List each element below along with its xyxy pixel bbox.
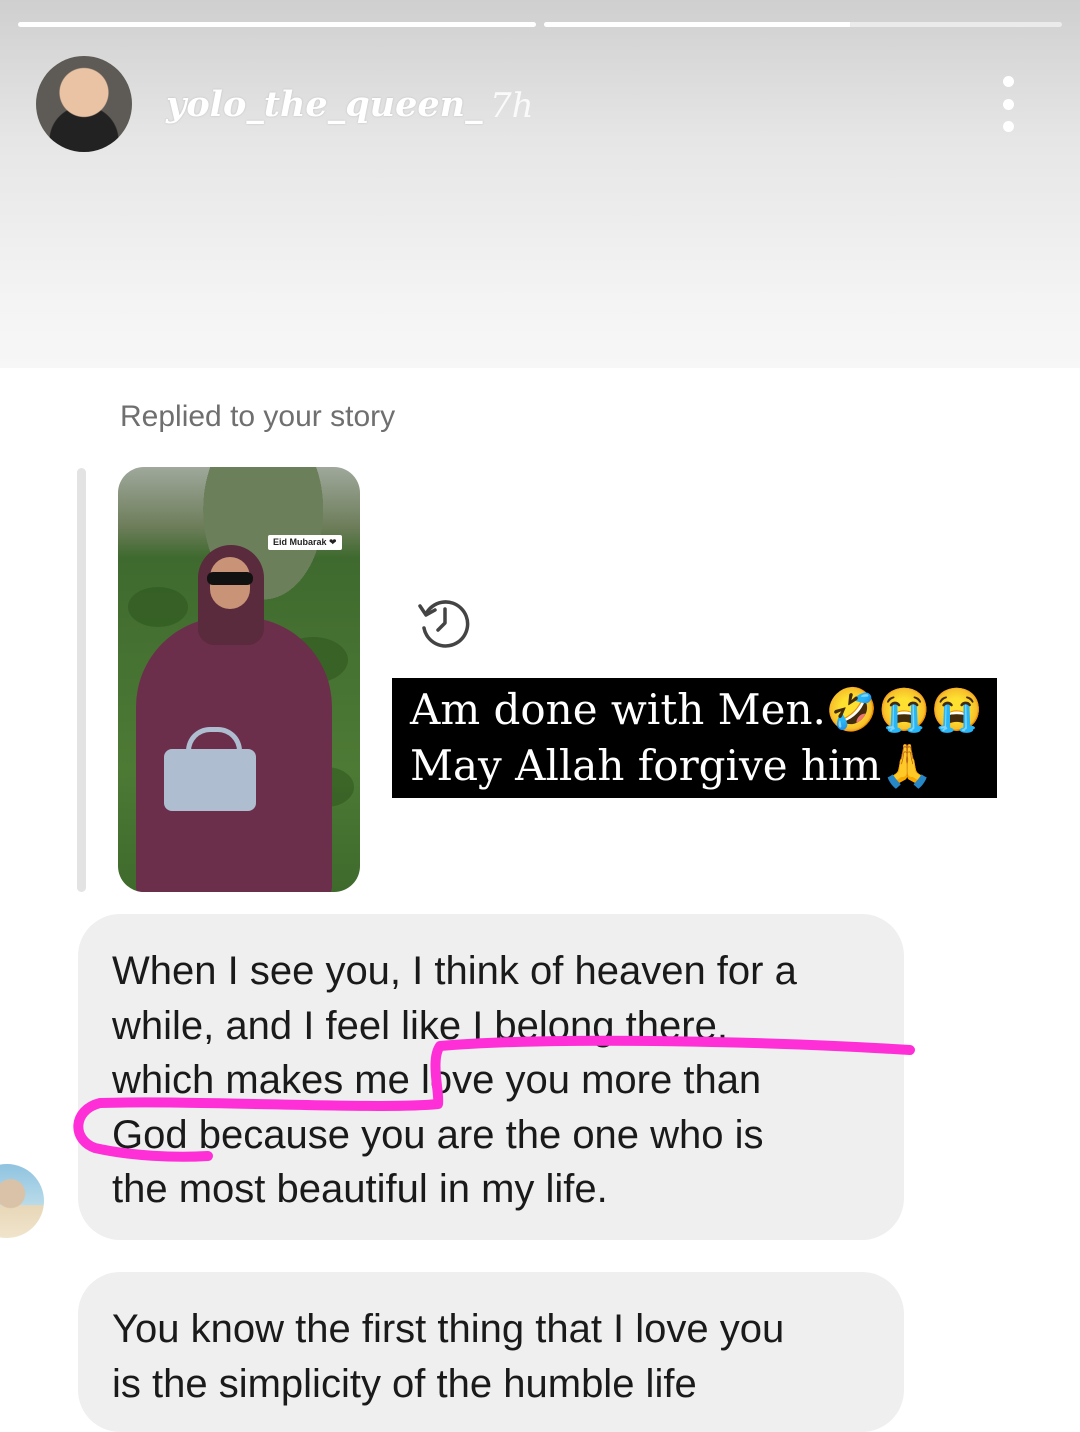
story-time-ago: 7h xyxy=(490,86,534,126)
story-thumbnail[interactable]: Eid Mubarak ❤ xyxy=(118,467,360,892)
message-line: which makes me love you more than xyxy=(112,1058,762,1102)
message-line: the most beautiful in my life. xyxy=(112,1167,608,1211)
story-sticker: Eid Mubarak ❤ xyxy=(268,535,342,550)
story-username[interactable]: yolo_the_queen_ xyxy=(166,84,483,125)
message-line: God because you are the one who is xyxy=(112,1112,764,1157)
story-progress-bar-2 xyxy=(544,22,1062,27)
more-vertical-icon[interactable] xyxy=(990,76,1026,132)
history-icon xyxy=(418,600,470,648)
message-line: You know the first thing that I love you xyxy=(112,1307,785,1351)
caption-line-1: Am done with Men.🤣😭😭 xyxy=(410,685,983,734)
story-progress-bar-1 xyxy=(18,22,536,27)
profile-avatar[interactable] xyxy=(36,56,132,152)
sender-avatar[interactable] xyxy=(0,1164,44,1238)
story-header-area xyxy=(0,0,1080,368)
message-bubble[interactable]: You know the first thing that I love you… xyxy=(78,1272,904,1432)
message-line: while, and I feel like I belong there, xyxy=(112,1003,728,1048)
message-line: When I see you, I think of heaven for a xyxy=(112,949,797,993)
reply-quote-bar xyxy=(77,468,86,892)
handbag xyxy=(164,749,256,811)
story-caption: Am done with Men.🤣😭😭 May Allah forgive h… xyxy=(392,678,997,798)
message-bubble[interactable]: When I see you, I think of heaven for a … xyxy=(78,914,904,1240)
message-line: is the simplicity of the humble life xyxy=(112,1361,697,1406)
replied-to-story-label: Replied to your story xyxy=(120,400,396,433)
caption-line-2: May Allah forgive him🙏 xyxy=(410,741,934,790)
